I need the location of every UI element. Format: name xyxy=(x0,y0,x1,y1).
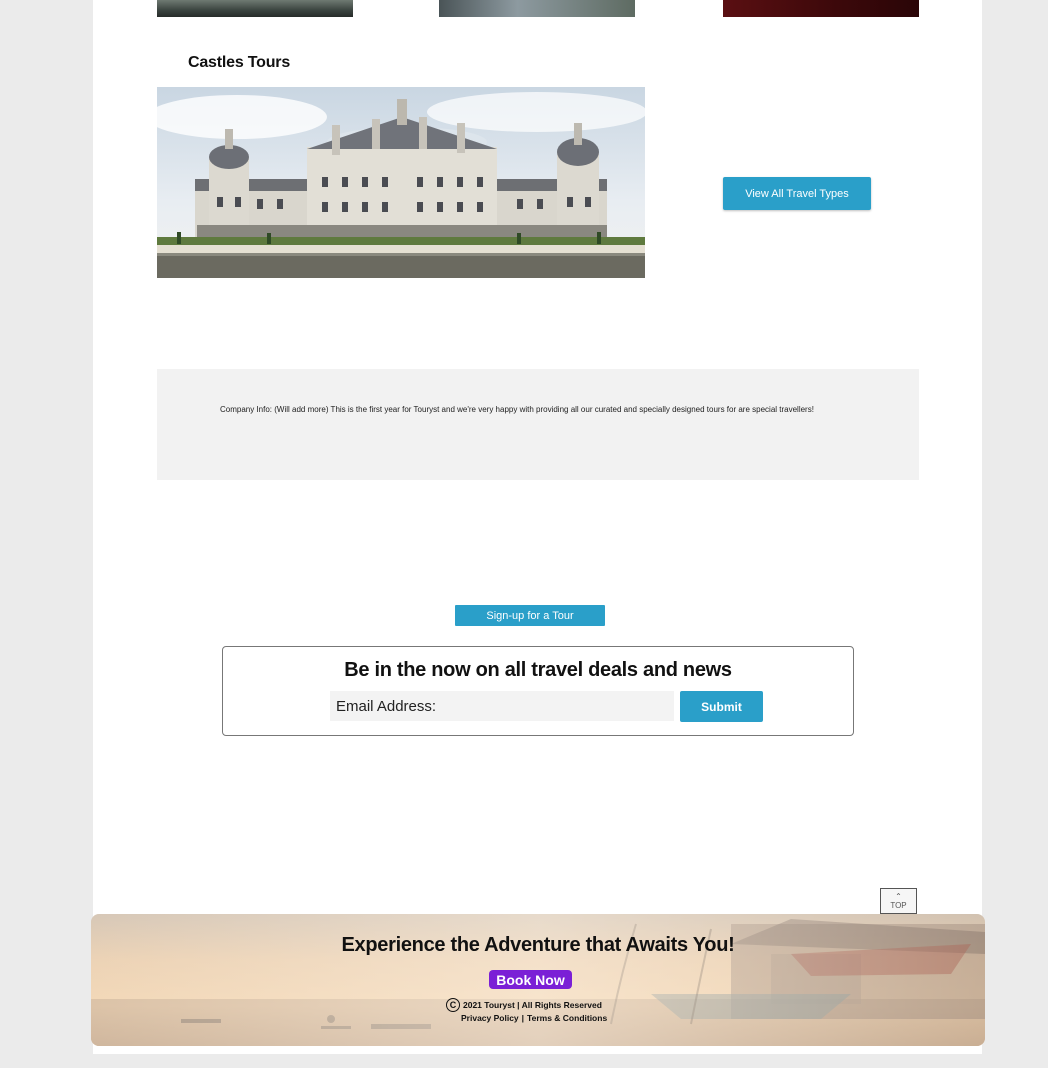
top-label: TOP xyxy=(890,900,907,910)
privacy-policy-link[interactable]: Privacy Policy xyxy=(461,1013,519,1023)
footer-headline: Experience the Adventure that Awaits You… xyxy=(341,934,735,956)
castle-image[interactable] xyxy=(157,87,645,278)
submit-button[interactable]: Submit xyxy=(680,691,763,722)
footer-content: Experience the Adventure that Awaits You… xyxy=(91,914,985,1046)
book-now-button[interactable]: Book Now xyxy=(489,970,572,989)
footer: Experience the Adventure that Awaits You… xyxy=(91,914,985,1046)
chevron-up-icon: ⌃ xyxy=(895,891,902,901)
company-info-box: Company Info: (Will add more) This is th… xyxy=(157,369,919,480)
back-to-top-button[interactable]: ⌃ TOP xyxy=(880,888,917,914)
section-title: Castles Tours xyxy=(188,54,291,71)
copyright-text: 2021 Touryst | All Rights Reserved xyxy=(463,1000,602,1010)
tour-thumbnail-3[interactable] xyxy=(723,0,919,17)
copyright-icon: C xyxy=(446,998,460,1012)
tour-thumbnail-2[interactable] xyxy=(439,0,635,17)
legal-separator: | xyxy=(521,1013,525,1023)
terms-link[interactable]: Terms & Conditions xyxy=(527,1013,607,1023)
legal-links: Privacy Policy | Terms & Conditions xyxy=(461,1013,607,1023)
email-field[interactable] xyxy=(330,691,674,721)
newsletter-box: Be in the now on all travel deals and ne… xyxy=(222,646,854,736)
company-info-text: Company Info: (Will add more) This is th… xyxy=(220,405,814,414)
view-all-travel-types-button[interactable]: View All Travel Types xyxy=(723,177,871,210)
page-content: Castles Tours View All Travel Types Comp… xyxy=(93,0,982,1054)
signup-tour-button[interactable]: Sign-up for a Tour xyxy=(455,605,605,626)
newsletter-title: Be in the now on all travel deals and ne… xyxy=(344,659,732,681)
tour-thumbnail-1[interactable] xyxy=(157,0,353,17)
copyright-row: C 2021 Touryst | All Rights Reserved xyxy=(446,998,602,1012)
